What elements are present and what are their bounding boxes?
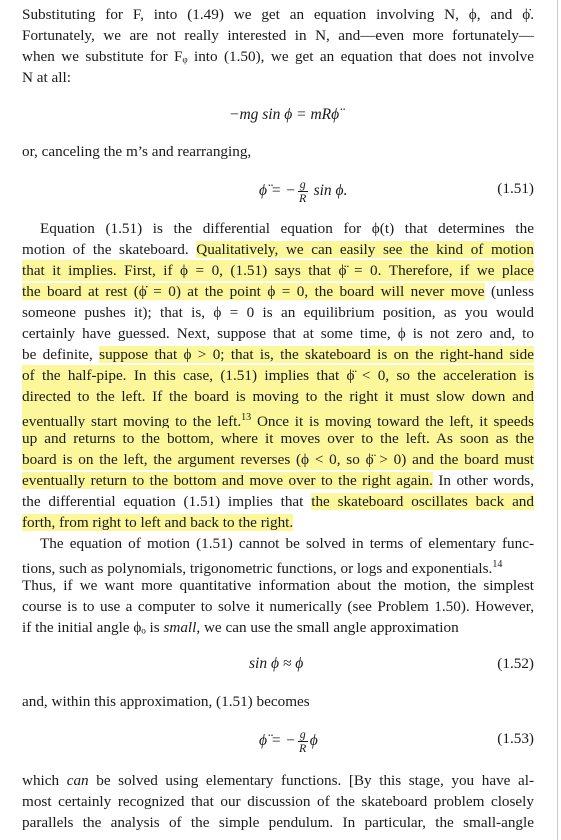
fraction-denominator: R: [299, 191, 307, 205]
text-line: Substituting for F, into (1.49) we get a…: [22, 6, 534, 23]
text-line: when we substitute for Fᵩ into (1.50), w…: [22, 48, 534, 65]
textbook-page: Substituting for F, into (1.49) we get a…: [0, 0, 561, 840]
text-span: which: [22, 772, 67, 789]
equation-1-52: sin ϕ ≈ ϕ: [249, 655, 304, 672]
text-line: the differential equation (1.51) implies…: [22, 491, 534, 512]
equation-lhs: ϕ̈ = −: [259, 182, 296, 200]
text-span: (unless: [484, 283, 534, 300]
footnote-marker: 14: [492, 559, 503, 570]
text-line: Fortunately, we are not really intereste…: [22, 27, 534, 44]
text-line: Equation (1.51) is the differential equa…: [40, 220, 534, 237]
text-line: parallels the analysis of the simple pen…: [22, 814, 534, 831]
footnote-marker: 13: [241, 412, 252, 423]
equation-number: (1.52): [497, 655, 534, 672]
highlighted-text-line: up and returns to the bottom, where it m…: [22, 428, 534, 449]
highlighted-text: Qualitatively, we can easily see the kin…: [196, 241, 534, 258]
text-span: In other words,: [432, 472, 534, 489]
highlighted-text: the skateboard oscillates back and: [311, 493, 534, 510]
equation-1-53: ϕ̈ = − g Rϕ: [259, 728, 318, 755]
highlighted-text-line: of the half-pipe. In this case, (1.51) i…: [22, 365, 534, 386]
text-span: motion of the skateboard.: [22, 241, 197, 258]
highlighted-text-line: directed to the left. If the board is mo…: [22, 386, 534, 407]
equation-number: (1.51): [497, 180, 534, 197]
text-line: motion of the skateboard. Qualitatively,…: [22, 239, 534, 260]
fraction: gR: [297, 727, 308, 755]
text-line: eventually return to the bottom and move…: [22, 470, 534, 491]
text-line: if the initial angle ϕₒ is small, we can…: [22, 617, 534, 638]
text-line: the board at rest (ϕ̇ = 0) at the point …: [22, 281, 534, 302]
text-line: N at all:: [22, 69, 71, 86]
text-line: be definite, suppose that ϕ > 0; that is…: [22, 344, 534, 365]
emphasis: can: [66, 772, 89, 789]
highlighted-text: eventually return to the bottom and move…: [22, 472, 433, 489]
text-line: course is to use a computer to solve it …: [22, 598, 534, 615]
equation-unnumbered: −mg sin ϕ = mRϕ̈: [229, 106, 340, 123]
text-span: be definite,: [22, 346, 100, 363]
text-line: The equation of motion (1.51) cannot be …: [40, 535, 534, 552]
text-line: certainly have guessed. Next, suppose th…: [22, 325, 534, 342]
equation-rhs: sin ϕ.: [313, 182, 348, 200]
equation-lhs: ϕ̈ = −: [259, 732, 296, 750]
text-line: most certainly recognized that our discu…: [22, 793, 534, 810]
highlighted-text-line: board is on the left, the argument rever…: [22, 449, 534, 470]
equation-rhs: ϕ: [309, 732, 318, 750]
text-line: forth, from right to left and back to th…: [22, 512, 534, 533]
equation-number: (1.53): [497, 730, 534, 747]
equation-1-51: ϕ̈ = − g R sin ϕ.: [259, 178, 347, 205]
page-edge-line: [557, 0, 558, 840]
text-span: be solved using elementary functions. [B…: [88, 772, 535, 789]
text-line: Thus, if we want more quantitative infor…: [22, 577, 534, 594]
fraction-numerator: g: [297, 727, 308, 742]
text-line: and, within this approximation, (1.51) b…: [22, 693, 310, 710]
fraction-denominator: R: [299, 741, 307, 755]
highlighted-text-line: that it implies. First, if ϕ = 0, (1.51)…: [22, 260, 534, 281]
highlighted-text: suppose that ϕ > 0; that is, the skatebo…: [99, 346, 534, 363]
text-span: , we can use the small angle approximati…: [196, 619, 459, 636]
highlighted-text: forth, from right to left and back to th…: [22, 514, 294, 531]
highlighted-text: the board at rest (ϕ̇ = 0) at the point …: [22, 283, 485, 300]
text-span: the differential equation (1.51) implies…: [22, 493, 312, 510]
text-line: which can be solved using elementary fun…: [22, 770, 534, 791]
text-line: or, canceling the m’s and rearranging,: [22, 143, 252, 160]
text-line: someone pushes it); that is, ϕ = 0 is an…: [22, 304, 534, 321]
emphasis: small: [163, 619, 197, 636]
fraction-numerator: g: [297, 177, 308, 192]
fraction: gR: [297, 177, 308, 205]
text-span: if the initial angle ϕₒ is: [22, 619, 164, 636]
